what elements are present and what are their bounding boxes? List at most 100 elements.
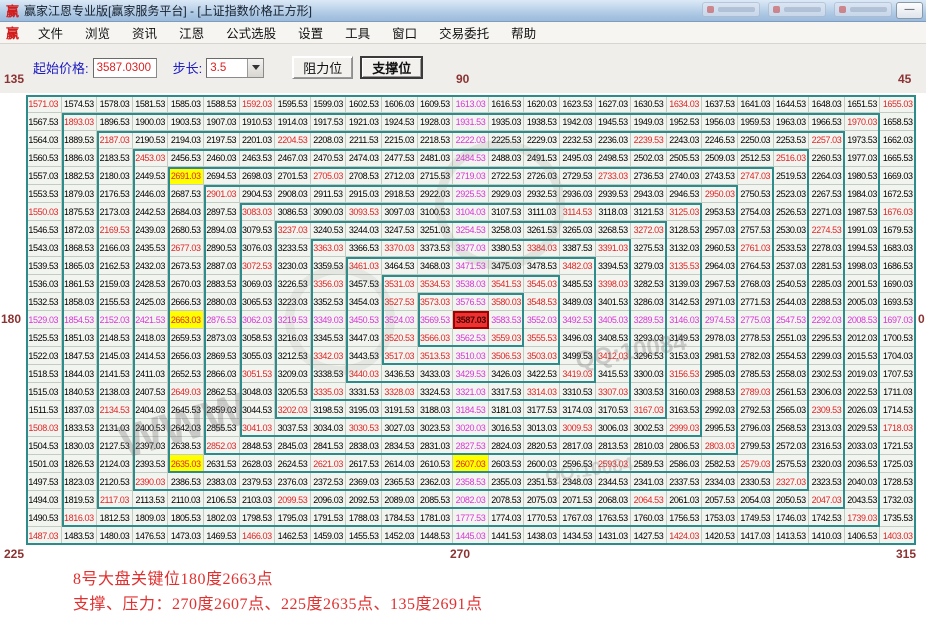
grid-cell-r6c19: 2946.53 bbox=[667, 185, 703, 203]
grid-cell-r19c21: 2796.03 bbox=[738, 419, 774, 437]
grid-cell-r13c15: 3552.03 bbox=[524, 311, 560, 329]
grid-cell-r16c9: 3338.53 bbox=[311, 365, 347, 383]
grid-cell-r19c4: 2400.53 bbox=[133, 419, 169, 437]
start-price-input[interactable]: 3587.0300 bbox=[93, 58, 157, 78]
grid-cell-r7c19: 3125.03 bbox=[667, 203, 703, 221]
grid-cell-r2c6: 1907.03 bbox=[204, 113, 240, 131]
grid-cell-r19c6: 2855.53 bbox=[204, 419, 240, 437]
menu-item-browse[interactable]: 浏览 bbox=[74, 23, 121, 42]
grid-cell-r25c21: 1417.03 bbox=[738, 527, 774, 545]
grid-cell-r16c3: 2141.53 bbox=[97, 365, 133, 383]
grid-cell-r18c24: 2026.03 bbox=[845, 401, 881, 419]
grid-cell-r1c14: 1616.53 bbox=[489, 95, 525, 113]
grid-cell-r10c4: 2432.03 bbox=[133, 257, 169, 275]
menu-item-tools[interactable]: 工具 bbox=[334, 23, 381, 42]
resistance-button[interactable]: 阻力位 bbox=[292, 56, 353, 79]
grid-cell-r21c2: 1826.53 bbox=[62, 455, 98, 473]
grid-cell-r15c24: 2015.53 bbox=[845, 347, 881, 365]
grid-cell-r7c16: 3114.53 bbox=[560, 203, 596, 221]
grid-cell-r24c20: 1753.03 bbox=[702, 509, 738, 527]
grid-cell-r16c4: 2411.03 bbox=[133, 365, 169, 383]
grid-cell-r21c20: 2582.53 bbox=[702, 455, 738, 473]
grid-cell-r1c19: 1634.03 bbox=[667, 95, 703, 113]
angle-label-225: 225 bbox=[4, 547, 24, 561]
step-combobox[interactable]: 3.5 bbox=[206, 58, 264, 78]
window-title: 赢家江恩专业版[赢家服务平台] - [上证指数价格正方形] bbox=[24, 2, 312, 19]
grid-cell-r3c20: 2246.53 bbox=[702, 131, 738, 149]
grid-cell-r7c11: 3097.03 bbox=[382, 203, 418, 221]
grid-cell-r21c15: 2600.03 bbox=[524, 455, 560, 473]
grid-cell-r15c25: 1704.03 bbox=[880, 347, 916, 365]
grid-cell-r16c17: 3415.53 bbox=[596, 365, 632, 383]
grid-cell-r24c19: 1756.53 bbox=[667, 509, 703, 527]
grid-cell-r1c18: 1630.53 bbox=[631, 95, 667, 113]
grid-cell-r5c3: 2180.03 bbox=[97, 167, 133, 185]
grid-cell-r8c14: 3258.03 bbox=[489, 221, 525, 239]
grid-cell-r20c19: 2806.53 bbox=[667, 437, 703, 455]
grid-cell-r4c23: 2260.53 bbox=[809, 149, 845, 167]
grid-cell-r9c15: 3384.03 bbox=[524, 239, 560, 257]
grid-cell-r5c7: 2698.03 bbox=[240, 167, 276, 185]
grid-cell-r19c10: 3030.53 bbox=[346, 419, 382, 437]
grid-cell-r17c15: 3314.03 bbox=[524, 383, 560, 401]
menu-item-settings[interactable]: 设置 bbox=[287, 23, 334, 42]
grid-cell-r12c17: 3401.53 bbox=[596, 293, 632, 311]
grid-cell-r13c7: 3062.03 bbox=[240, 311, 276, 329]
grid-cell-r25c18: 1427.53 bbox=[631, 527, 667, 545]
grid-cell-r11c6: 2883.53 bbox=[204, 275, 240, 293]
grid-cell-r23c9: 2096.03 bbox=[311, 491, 347, 509]
grid-cell-r17c11: 3328.03 bbox=[382, 383, 418, 401]
grid-cell-r10c12: 3468.03 bbox=[418, 257, 454, 275]
grid-cell-r11c15: 3545.03 bbox=[524, 275, 560, 293]
grid-cell-r10c16: 3482.03 bbox=[560, 257, 596, 275]
grid-cell-r4c4: 2453.03 bbox=[133, 149, 169, 167]
grid-cell-r16c6: 2866.03 bbox=[204, 365, 240, 383]
grid-cell-r22c3: 2120.53 bbox=[97, 473, 133, 491]
grid-cell-r24c16: 1767.03 bbox=[560, 509, 596, 527]
menu-item-help[interactable]: 帮助 bbox=[500, 23, 547, 42]
menu-item-formula-stock-picker[interactable]: 公式选股 bbox=[215, 23, 287, 42]
grid-cell-r9c22: 2533.53 bbox=[774, 239, 810, 257]
grid-cell-r5c21: 2747.03 bbox=[738, 167, 774, 185]
menu-item-news[interactable]: 资讯 bbox=[121, 23, 168, 42]
grid-cell-r6c9: 2911.53 bbox=[311, 185, 347, 203]
grid-cell-r9c2: 1868.53 bbox=[62, 239, 98, 257]
grid-cell-r23c25: 1732.03 bbox=[880, 491, 916, 509]
grid-cell-r22c12: 2362.03 bbox=[418, 473, 454, 491]
grid-cell-r15c15: 3503.03 bbox=[524, 347, 560, 365]
grid-cell-r19c2: 1833.53 bbox=[62, 419, 98, 437]
menu-item-window[interactable]: 窗口 bbox=[381, 23, 428, 42]
menu-item-trade-entrust[interactable]: 交易委托 bbox=[428, 23, 500, 42]
grid-cell-r18c12: 3188.03 bbox=[418, 401, 454, 419]
grid-cell-r23c23: 2047.03 bbox=[809, 491, 845, 509]
grid-cell-r21c23: 2320.03 bbox=[809, 455, 845, 473]
grid-cell-r20c9: 2841.53 bbox=[311, 437, 347, 455]
grid-cell-r6c1: 1553.53 bbox=[26, 185, 62, 203]
support-button[interactable]: 支撑位 bbox=[360, 56, 423, 79]
grid-cell-r13c2: 1854.53 bbox=[62, 311, 98, 329]
grid-cell-r19c8: 3037.53 bbox=[275, 419, 311, 437]
grid-cell-r8c12: 3251.03 bbox=[418, 221, 454, 239]
grid-cell-r21c17: 2593.03 bbox=[596, 455, 632, 473]
minimize-button[interactable]: — bbox=[896, 2, 923, 19]
combobox-dropdown-button[interactable] bbox=[247, 59, 263, 77]
grid-cell-r6c22: 2523.03 bbox=[774, 185, 810, 203]
grid-cell-r6c12: 2922.03 bbox=[418, 185, 454, 203]
menu-item-gann[interactable]: 江恩 bbox=[168, 23, 215, 42]
grid-cell-r15c20: 2981.53 bbox=[702, 347, 738, 365]
menu-item-file[interactable]: 文件 bbox=[27, 23, 74, 42]
grid-cell-r16c1: 1518.53 bbox=[26, 365, 62, 383]
angle-label-90: 90 bbox=[456, 72, 469, 86]
grid-cell-r6c5: 2687.53 bbox=[168, 185, 204, 203]
grid-cell-r1c2: 1574.53 bbox=[62, 95, 98, 113]
grid-cell-r11c13: 3538.03 bbox=[453, 275, 489, 293]
grid-cell-r3c14: 2225.53 bbox=[489, 131, 525, 149]
grid-cell-r10c14: 3475.03 bbox=[489, 257, 525, 275]
grid-cell-r4c24: 1977.03 bbox=[845, 149, 881, 167]
grid-cell-r14c7: 3058.53 bbox=[240, 329, 276, 347]
grid-cell-r7c21: 2754.03 bbox=[738, 203, 774, 221]
grid-cell-r13c25: 1697.03 bbox=[880, 311, 916, 329]
angle-label-180: 180 bbox=[1, 312, 21, 326]
grid-cell-r22c16: 2348.03 bbox=[560, 473, 596, 491]
grid-cell-r13c16: 3492.53 bbox=[560, 311, 596, 329]
